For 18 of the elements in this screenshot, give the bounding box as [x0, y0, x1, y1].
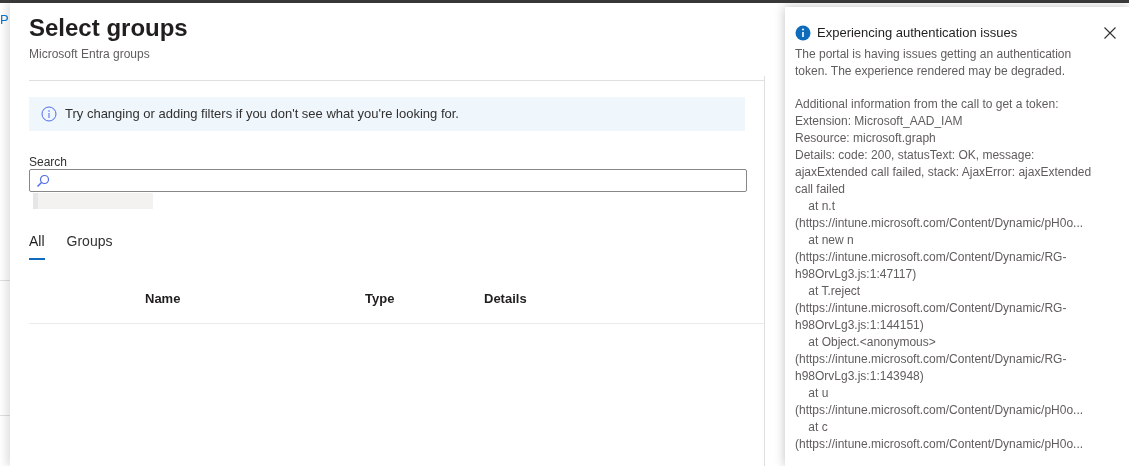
panel-subtitle: Microsoft Entra groups	[29, 47, 150, 62]
tab[interactable]: All	[29, 231, 45, 260]
column-header: Type	[365, 291, 395, 306]
column-header: Details	[484, 291, 527, 306]
notification-message: Additional information from the call to get a token: Extension: Microsoft_AAD_IAM Resource: microsoft.graph Details: code: 200, statusText: OK, message: ajaxExtended call failed, stack: AjaxError: ajaxExtended call failed at n.t (https://intune.microsoft.com/Content/Dynamic/pH0o... at new n (https://intune.microsoft.com/Content/Dynamic/RG- h98OrvLg3.js:1:47117) at T.reject (https://intune.microsoft.com/Content/Dynamic/RG- h98OrvLg3.js:1:144151) at Object.<anonymous> (https://intune.microsoft.com/Content/Dynamic/RG- h98OrvLg3.js:1:143948) at u (https://intune.microsoft.com/Content/Dynamic/pH0o... at c (https://intune.microsoft.com/Content/Dynamic/pH0o...	[795, 95, 1092, 453]
tab[interactable]: Groups	[66, 231, 113, 260]
info-icon	[795, 24, 811, 41]
search-label: Search	[29, 155, 68, 169]
info-icon	[41, 106, 57, 122]
column-header: Name	[145, 291, 181, 306]
search-field[interactable]	[29, 169, 747, 192]
search-icon	[36, 173, 50, 188]
notification-title: Experiencing authentication issues	[817, 24, 1018, 42]
link-text[interactable]: P	[0, 13, 9, 26]
panel-title: Select groups	[29, 13, 188, 43]
close-icon[interactable]	[1104, 26, 1116, 39]
notification-message: The portal is having issues getting an authentication token. The experience rendered may be degraded.	[795, 45, 1072, 80]
info-message: Try changing or adding filters if you don't see what you're looking for.	[65, 105, 459, 124]
